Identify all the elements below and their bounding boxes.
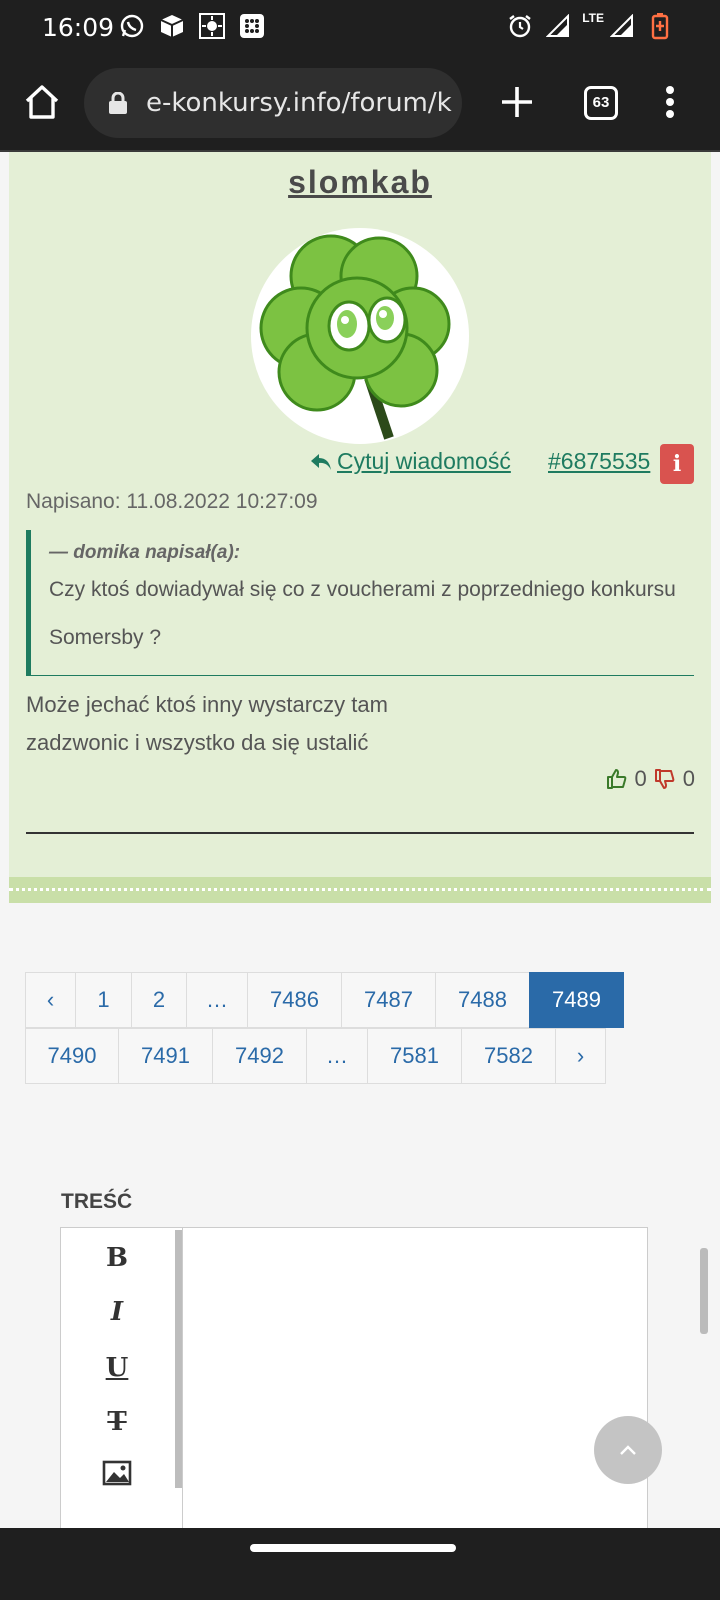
system-nav-bar [0,1528,720,1600]
post-timestamp: Napisano: 11.08.2022 10:27:09 [26,490,318,513]
content-label: TREŚĆ [61,1190,133,1213]
more-vert-icon [666,86,674,118]
page-button[interactable]: 7487 [341,972,436,1028]
page-button[interactable]: 7486 [247,972,342,1028]
url-text: e-konkursy.info/forum/k [146,88,452,118]
thumbs-up-icon[interactable] [605,767,629,791]
toolbar-button-partial[interactable] [99,1516,135,1528]
image-icon [102,1460,132,1486]
quoted-text: Czy ktoś dowiadywał się co z voucherami … [49,578,676,649]
likes-count: 0 [634,766,647,791]
post-author-link[interactable]: slomkab [9,164,711,201]
bold-button[interactable]: B [99,1240,135,1276]
page-button[interactable]: 7491 [118,1028,213,1084]
lock-icon [109,92,127,114]
page-prev-button[interactable]: ‹ [25,972,76,1028]
editor-toolbar: B I U T [61,1228,183,1546]
post-footer-band [9,877,711,903]
overflow-menu-button[interactable] [658,82,682,122]
page-ellipsis: … [186,972,248,1028]
brightness-icon [198,12,226,40]
grid-app-icon [238,12,266,40]
underline-button[interactable]: U [99,1350,135,1386]
page-button[interactable]: 2 [131,972,187,1028]
chevron-up-icon [620,1445,636,1455]
post-body: Może jechać ktoś inny wystarczy tam zadz… [26,692,388,755]
browser-toolbar: e-konkursy.info/forum/k 63 [0,54,720,152]
insert-image-button[interactable] [99,1460,135,1496]
plus-icon [502,87,532,117]
post-votes: 0 0 [605,766,695,792]
thumbs-down-icon[interactable] [653,767,677,791]
page-ellipsis: … [306,1028,368,1084]
page-button[interactable]: 7582 [461,1028,556,1084]
post-permalink[interactable]: #6875535 [548,448,650,475]
report-button[interactable]: i [660,444,694,484]
forum-post: slomkab Cytuj wiadomość #6875535 i Napis… [9,152,711,902]
clover-avatar-image [259,234,451,440]
quote-message-label: Cytuj wiadomość [337,448,511,474]
home-button[interactable] [22,82,62,122]
page-button[interactable]: 7490 [25,1028,119,1084]
page-button[interactable]: 7581 [367,1028,462,1084]
toolbar-scrollbar[interactable] [175,1230,182,1488]
post-divider [26,832,694,834]
network-type: LTE [582,11,604,25]
strikethrough-button[interactable]: T [99,1404,135,1440]
alarm-icon [506,12,534,40]
page-scrollbar[interactable] [700,1248,708,1334]
tab-switcher-button[interactable]: 63 [584,86,618,120]
dislikes-count: 0 [682,766,695,791]
signal-icon [608,12,636,40]
message-editor[interactable]: B I U T [60,1227,648,1547]
home-icon [25,85,59,119]
italic-button[interactable]: I [99,1294,135,1330]
status-bar: 16:09 LTE [0,0,720,54]
address-bar[interactable]: e-konkursy.info/forum/k [84,68,462,138]
page-next-button[interactable]: › [555,1028,606,1084]
quoted-author: — domika napisał(a): [49,542,241,563]
signal-icon [544,12,572,40]
home-gesture-handle[interactable] [250,1544,456,1552]
page-button-current[interactable]: 7489 [529,972,624,1028]
reply-icon [311,453,331,470]
quoted-message: — domika napisał(a): Czy ktoś dowiadywał… [26,530,694,676]
new-tab-button[interactable] [497,82,537,122]
back-to-top-button[interactable] [594,1416,662,1484]
package-icon [158,12,186,40]
page-button[interactable]: 7488 [435,972,530,1028]
battery-icon [646,12,674,40]
page-button[interactable]: 1 [75,972,132,1028]
clock: 16:09 [42,13,115,42]
quote-message-link[interactable]: Cytuj wiadomość [309,448,511,475]
avatar [251,228,469,444]
whatsapp-icon [118,12,146,40]
page-button[interactable]: 7492 [212,1028,307,1084]
